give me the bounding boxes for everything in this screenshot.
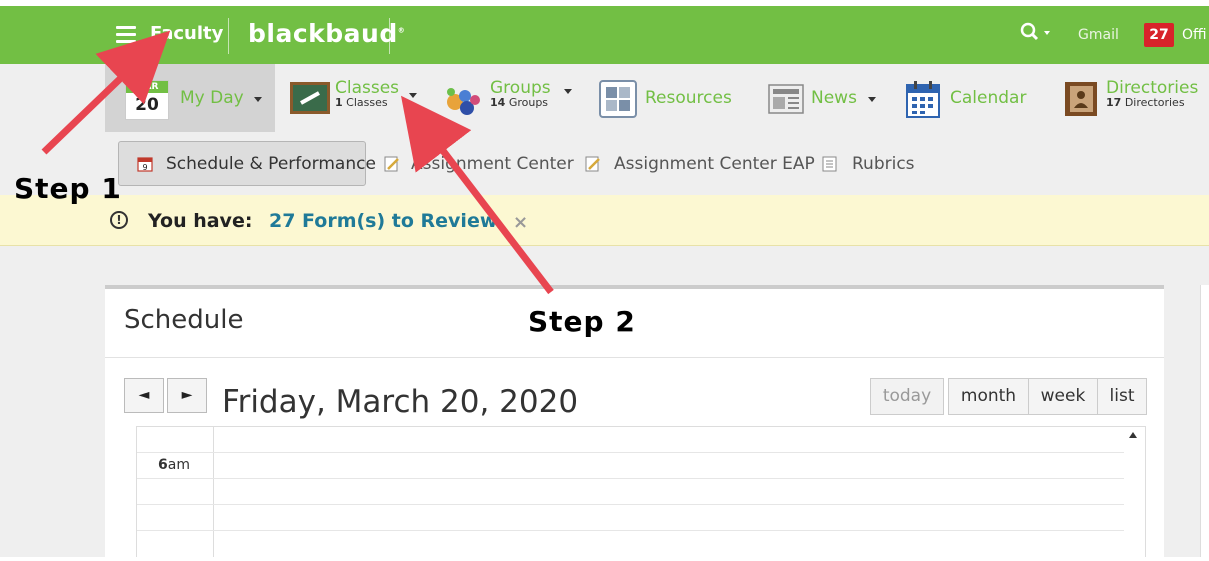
step2-label: Step 2 <box>528 305 636 338</box>
step1-arrow <box>41 30 171 155</box>
annotation-arrows <box>41 30 554 295</box>
step1-label: Step 1 <box>14 172 122 205</box>
step2-arrow <box>400 95 554 295</box>
